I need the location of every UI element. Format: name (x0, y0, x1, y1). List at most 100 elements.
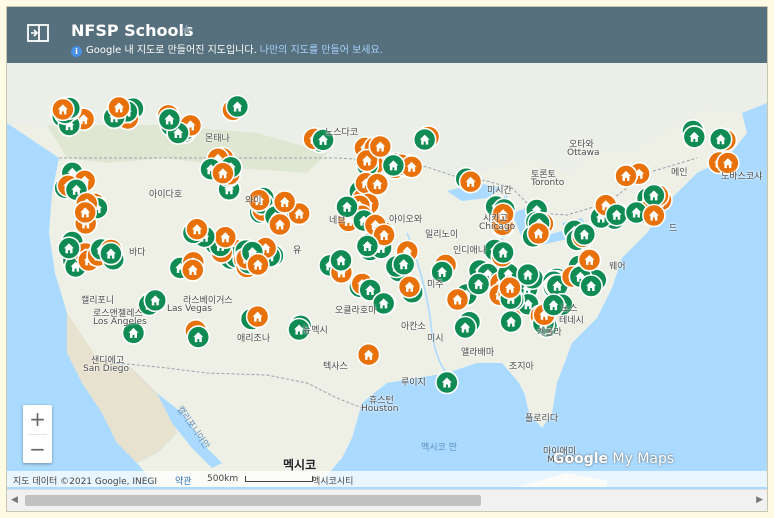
map-footer: 지도 데이터 ©2021 Google, INEGI 약관 500km 멕시코시… (7, 471, 767, 487)
school-marker-green[interactable] (225, 94, 250, 119)
label-alabama: 앨라배마 (461, 348, 495, 358)
label-new-york: 드 (669, 224, 678, 234)
map-frame: NFSP Schools ★ i Google 내 지도로 만들어진 지도입니다.… (6, 6, 768, 512)
label-arkansas: 아칸소 (401, 322, 426, 332)
label-texas: 텍사스 (323, 362, 348, 372)
map-title: NFSP Schools (71, 21, 194, 40)
label-utah: 유 (293, 246, 302, 256)
school-marker-orange[interactable] (272, 190, 297, 214)
school-marker-green[interactable] (491, 240, 515, 265)
label-las-vegas-en: Las Vegas (167, 304, 212, 314)
label-nebraska: 네브 (329, 216, 346, 226)
school-marker-green[interactable] (499, 309, 523, 334)
school-marker-orange[interactable] (245, 304, 270, 329)
school-marker-green[interactable] (453, 315, 478, 340)
side-panel-icon[interactable] (27, 24, 49, 42)
school-marker-green[interactable] (329, 248, 353, 273)
label-nova-scotia: 노바스코샤 (721, 172, 763, 182)
zoom-out-button[interactable]: − (23, 435, 52, 464)
school-marker-orange[interactable] (185, 217, 209, 241)
school-marker-green[interactable] (381, 153, 406, 178)
school-marker-orange[interactable] (246, 252, 270, 277)
school-marker-green[interactable] (572, 222, 597, 247)
school-marker-orange[interactable] (526, 221, 551, 246)
label-illinois: 일리노이 (425, 230, 459, 240)
label-georgia: 조지아 (509, 362, 534, 372)
label-san-diego-en: San Diego (83, 364, 129, 374)
label-ottawa-en: Ottawa (567, 148, 600, 158)
horizontal-scrollbar[interactable]: ◀ ▶ (7, 489, 767, 511)
create-map-link[interactable]: 나만의 지도를 만들어 보세요. (260, 45, 383, 56)
school-marker-green[interactable] (412, 127, 437, 152)
label-los-angeles-en: Los Angeles (93, 317, 147, 327)
school-marker-green[interactable] (99, 241, 123, 266)
school-marker-green[interactable] (143, 288, 168, 313)
label-wyoming: 와이 (245, 196, 262, 206)
school-marker-green[interactable] (157, 107, 182, 132)
label-virginia: 웨어 (609, 262, 626, 272)
school-marker-orange[interactable] (445, 287, 470, 312)
scale-bar (245, 476, 313, 482)
school-marker-green[interactable] (708, 127, 733, 151)
label-new-mexico: 뉴멕시 (303, 326, 328, 336)
school-marker-orange[interactable] (365, 172, 390, 196)
school-marker-orange[interactable] (397, 275, 422, 299)
school-marker-green[interactable] (516, 262, 540, 287)
label-indiana: 인디애나 (453, 246, 487, 256)
label-florida: 플로리다 (525, 414, 559, 424)
school-marker-green[interactable] (435, 370, 459, 395)
label-idaho: 아이다호 (149, 190, 183, 200)
label-montana: 몬태나 (205, 134, 230, 144)
school-marker-orange[interactable] (181, 258, 205, 282)
school-marker-orange[interactable] (213, 225, 238, 249)
school-marker-green[interactable] (355, 234, 380, 258)
map-attribution: 지도 데이터 ©2021 Google, INEGI (13, 477, 158, 487)
label-maine: 메인 (671, 168, 688, 178)
google-my-maps-logo: Google My Maps (553, 451, 674, 467)
school-marker-green[interactable] (604, 203, 629, 227)
school-marker-green[interactable] (466, 272, 491, 296)
school-marker-orange[interactable] (211, 161, 235, 185)
school-marker-orange[interactable] (73, 200, 97, 225)
label-california: 캘리포니 (81, 296, 115, 306)
school-marker-green[interactable] (642, 183, 666, 208)
label-michigan: 미시간 (487, 186, 512, 196)
school-marker-green[interactable] (57, 236, 81, 260)
zoom-controls: + − (23, 405, 52, 463)
school-marker-orange[interactable] (268, 212, 292, 237)
school-marker-orange[interactable] (614, 164, 638, 188)
label-south-carolina: 캐롤라 (537, 328, 562, 338)
label-gulf-of-mexico: 멕시코 만 (421, 443, 457, 453)
subline-text: Google 내 지도로 만들어진 지도입니다. (86, 45, 257, 56)
label-toronto-en: Toronto (531, 178, 565, 188)
map-canvas[interactable]: 오타와 Ottawa 토론토 Toronto 시카고 Chicago 로스앤젤레… (7, 63, 767, 487)
school-marker-orange[interactable] (107, 95, 131, 120)
label-louisiana: 루이지 (401, 378, 426, 388)
school-marker-green[interactable] (579, 274, 603, 298)
school-marker-orange[interactable] (356, 342, 381, 367)
mymaps-logo-text: My Maps (612, 451, 675, 467)
school-marker-orange[interactable] (577, 248, 602, 272)
label-houston-en: Houston (361, 404, 399, 414)
school-marker-green[interactable] (391, 252, 416, 277)
scale-label: 500km (207, 474, 239, 484)
terms-link[interactable]: 약관 (175, 474, 192, 487)
scroll-left-arrow-icon[interactable]: ◀ (11, 495, 18, 505)
label-nevada: 바다 (129, 248, 146, 258)
label-missouri: 미주 (427, 280, 444, 290)
label-north-dakota: 노스다코 (325, 128, 359, 138)
school-marker-green[interactable] (682, 125, 707, 149)
label-mexico-city: 멕시코시티 (312, 477, 354, 487)
zoom-in-button[interactable]: + (23, 405, 52, 434)
label-mississippi: 미시 (427, 334, 444, 344)
label-oklahoma: 오클라호마 (335, 306, 377, 316)
school-marker-green[interactable] (186, 325, 211, 349)
school-marker-orange[interactable] (368, 134, 393, 159)
scroll-right-arrow-icon[interactable]: ▶ (756, 495, 763, 505)
school-marker-orange[interactable] (642, 203, 666, 228)
google-logo-text: Google (553, 451, 609, 467)
school-marker-orange[interactable] (51, 97, 75, 122)
star-icon[interactable]: ★ (180, 21, 193, 39)
school-marker-orange[interactable] (458, 169, 483, 194)
scrollbar-thumb[interactable] (25, 495, 481, 506)
